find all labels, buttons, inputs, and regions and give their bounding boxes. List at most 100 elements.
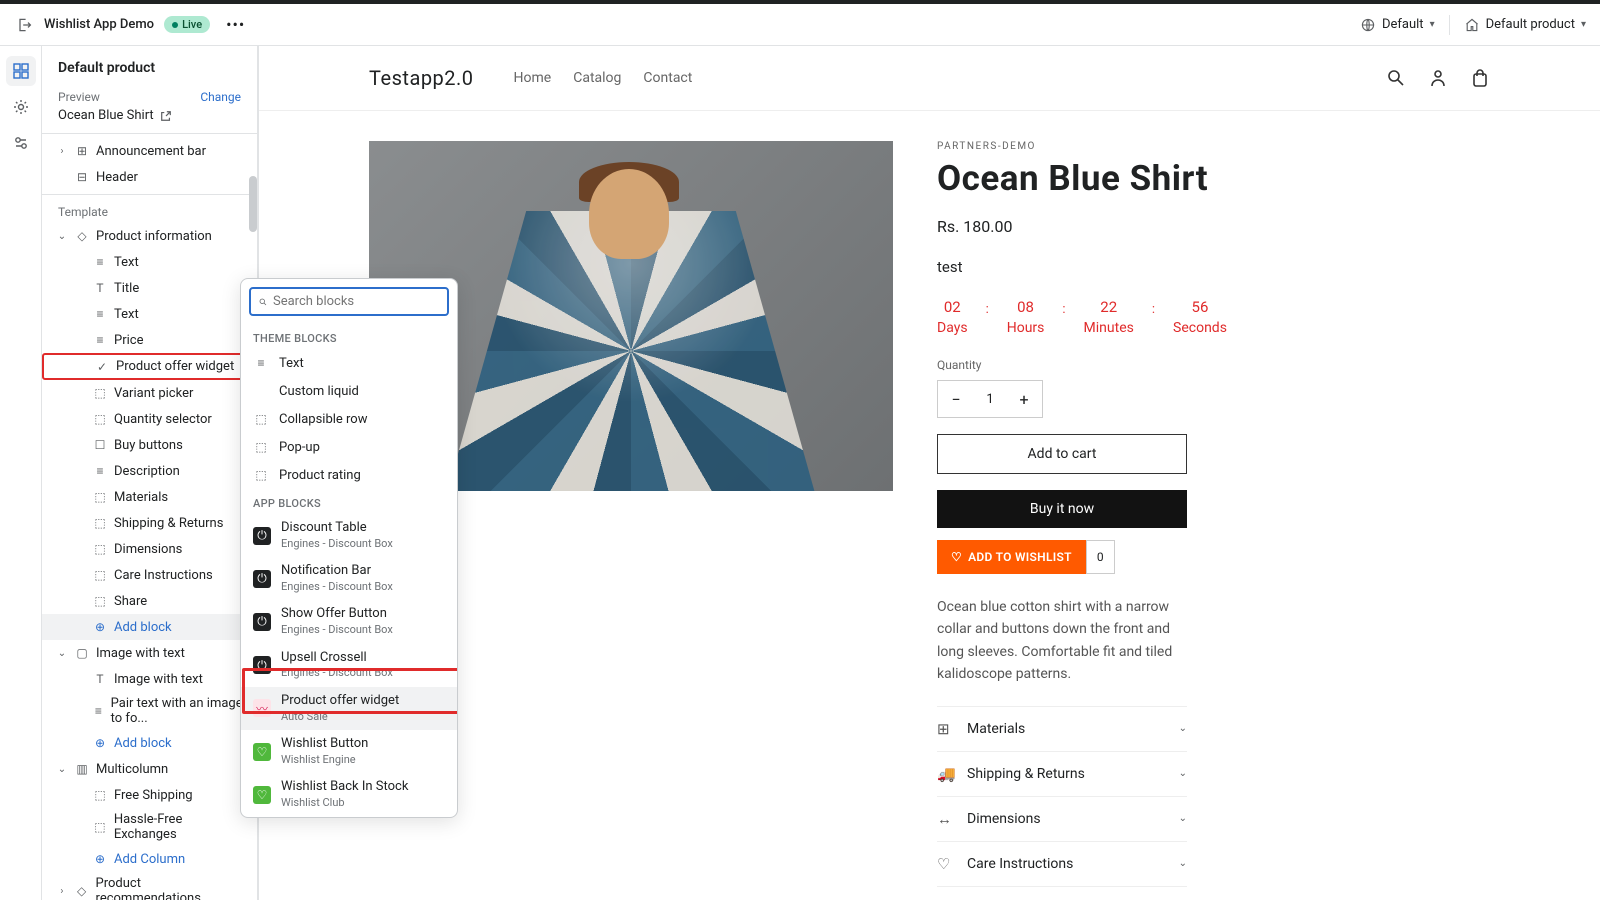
app-block-option[interactable]: ⏻Upsell CrossellEngines - Discount Box — [241, 644, 457, 687]
template-heading: Template — [42, 195, 257, 223]
app-block-option[interactable]: ♡Wishlist Back In StockWishlist Club — [241, 773, 457, 816]
section-multicolumn[interactable]: ⌄▥Multicolumn — [42, 756, 257, 782]
block-item[interactable]: ✓Product offer widget — [42, 353, 257, 380]
theme-blocks-heading: THEME BLOCKS — [241, 324, 457, 349]
countdown-timer: 02Days: 08Hours: 22Minutes: 56Seconds — [937, 298, 1490, 336]
locale-label: Default — [1382, 17, 1424, 32]
block-image-with-text[interactable]: TImage with text — [42, 666, 257, 692]
accordion-row[interactable]: ♡Care Instructions⌄ — [937, 841, 1187, 887]
search-icon[interactable] — [1386, 68, 1406, 88]
exit-icon[interactable] — [14, 15, 34, 35]
block-item[interactable]: ≡Price — [42, 327, 257, 353]
account-icon[interactable] — [1428, 68, 1448, 88]
qty-value: 1 — [974, 381, 1006, 417]
search-field[interactable] — [273, 294, 439, 309]
product-vendor: PARTNERS-DEMO — [937, 141, 1490, 152]
quantity-label: Quantity — [937, 358, 1490, 372]
store-header: Testapp2.0 Home Catalog Contact — [259, 46, 1600, 111]
app-block-option[interactable]: 〰Product offer widgetAuto Sale — [241, 687, 457, 730]
app-block-option[interactable]: ⏻Show Offer ButtonEngines - Discount Box — [241, 600, 457, 643]
app-name: Wishlist App Demo — [44, 17, 154, 32]
section-tree-sidebar: Default product Preview Change Ocean Blu… — [42, 46, 258, 900]
quantity-stepper: − 1 + — [937, 380, 1043, 418]
block-item[interactable]: ⬚Dimensions — [42, 536, 257, 562]
block-item[interactable]: ⬚Materials — [42, 484, 257, 510]
external-link-icon — [160, 110, 172, 122]
app-block-option[interactable]: ♡Wishlist clubWishlist Club — [241, 816, 457, 818]
block-item[interactable]: ⬚Care Instructions — [42, 562, 257, 588]
theme-preview: Testapp2.0 Home Catalog Contact PARTNERS… — [258, 46, 1600, 900]
status-badge: Live — [164, 16, 210, 33]
add-to-wishlist-button[interactable]: ♡ADD TO WISHLIST — [937, 540, 1086, 574]
product-title: Ocean Blue Shirt — [937, 158, 1490, 199]
accordion-row[interactable]: ↔Dimensions⌄ — [937, 796, 1187, 841]
add-to-cart-button[interactable]: Add to cart — [937, 434, 1187, 474]
locale-selector[interactable]: Default ▾ — [1360, 17, 1435, 33]
settings-rail-button[interactable] — [6, 92, 36, 122]
block-item[interactable]: ☐Buy buttons — [42, 432, 257, 458]
chevron-down-icon: ⌄ — [1179, 768, 1187, 779]
editor-header: Wishlist App Demo Live ••• Default ▾ Def… — [0, 4, 1600, 46]
block-item[interactable]: ⬚Shipping & Returns — [42, 510, 257, 536]
product-description: Ocean blue cotton shirt with a narrow co… — [937, 596, 1197, 686]
block-item[interactable]: ≡Description — [42, 458, 257, 484]
theme-block-option[interactable]: ≡Text — [241, 349, 457, 377]
app-blocks-heading: APP BLOCKS — [241, 489, 457, 514]
sections-rail-button[interactable] — [6, 56, 36, 86]
block-item[interactable]: ⬚Variant picker — [42, 380, 257, 406]
divider — [1449, 15, 1450, 35]
section-announcement-bar[interactable]: ›⊞Announcement bar — [42, 138, 257, 164]
nav-catalog[interactable]: Catalog — [573, 70, 621, 86]
template-label: Default product — [1486, 17, 1575, 32]
qty-plus-button[interactable]: + — [1006, 381, 1042, 417]
search-blocks-input[interactable] — [249, 287, 449, 316]
preview-product-name[interactable]: Ocean Blue Shirt — [58, 108, 241, 123]
template-selector[interactable]: Default product ▾ — [1464, 17, 1586, 33]
block-item[interactable]: ⬚Share — [42, 588, 257, 614]
apps-rail-button[interactable] — [6, 128, 36, 158]
store-brand[interactable]: Testapp2.0 — [369, 66, 474, 90]
add-block-link[interactable]: ⊕Add block — [42, 730, 257, 756]
block-item[interactable]: ⬚Quantity selector — [42, 406, 257, 432]
add-column-link[interactable]: ⊕Add Column — [42, 846, 257, 872]
theme-block-option[interactable]: ⬚Collapsible row — [241, 405, 457, 433]
change-preview-link[interactable]: Change — [200, 90, 241, 104]
theme-block-option[interactable]: ⬚Product rating — [241, 461, 457, 489]
qty-minus-button[interactable]: − — [938, 381, 974, 417]
variant-label: test — [937, 258, 1490, 276]
block-pair-text[interactable]: ≡Pair text with an image to fo... — [42, 692, 257, 730]
section-header[interactable]: ⊟Header — [42, 164, 257, 190]
product-price: Rs. 180.00 — [937, 217, 1490, 236]
nav-home[interactable]: Home — [514, 70, 552, 86]
app-block-option[interactable]: ⏻Discount TableEngines - Discount Box — [241, 514, 457, 557]
accordion-row[interactable]: 🚚Shipping & Returns⌄ — [937, 751, 1187, 796]
cart-icon[interactable] — [1470, 68, 1490, 88]
tag-icon — [1464, 17, 1480, 33]
accordion-row[interactable]: ⊞Materials⌄ — [937, 706, 1187, 751]
block-item[interactable]: ≡Text — [42, 301, 257, 327]
app-block-option[interactable]: ♡Wishlist ButtonWishlist Engine — [241, 730, 457, 773]
app-block-option[interactable]: ⏻Notification BarEngines - Discount Box — [241, 557, 457, 600]
section-product-information[interactable]: ⌄◇Product information — [42, 223, 257, 249]
page-title: Default product — [58, 60, 241, 76]
block-picker-popover: THEME BLOCKS ≡TextCustom liquid⬚Collapsi… — [240, 278, 458, 818]
theme-block-option[interactable]: ⬚Pop-up — [241, 433, 457, 461]
chevron-down-icon: ⌄ — [1179, 723, 1187, 734]
heart-icon: ♡ — [951, 550, 962, 564]
section-recommendations[interactable]: ›◇Product recommendations — [42, 872, 257, 900]
block-hassle-free[interactable]: ⬚Hassle-Free Exchanges — [42, 808, 257, 846]
theme-block-option[interactable]: Custom liquid — [241, 377, 457, 405]
section-image-with-text[interactable]: ⌄▢Image with text — [42, 640, 257, 666]
add-block-link[interactable]: ⊕Add block — [42, 614, 257, 640]
buy-now-button[interactable]: Buy it now — [937, 490, 1187, 528]
block-free-shipping[interactable]: ⬚Free Shipping — [42, 782, 257, 808]
block-item[interactable]: ≡Text — [42, 249, 257, 275]
block-item[interactable]: TTitle — [42, 275, 257, 301]
search-icon — [259, 295, 267, 309]
scrollbar-thumb[interactable] — [249, 176, 257, 232]
more-icon[interactable]: ••• — [220, 15, 251, 34]
chevron-down-icon: ▾ — [1430, 19, 1435, 30]
tool-rail — [0, 46, 42, 900]
preview-label: Preview — [58, 90, 100, 104]
nav-contact[interactable]: Contact — [643, 70, 692, 86]
